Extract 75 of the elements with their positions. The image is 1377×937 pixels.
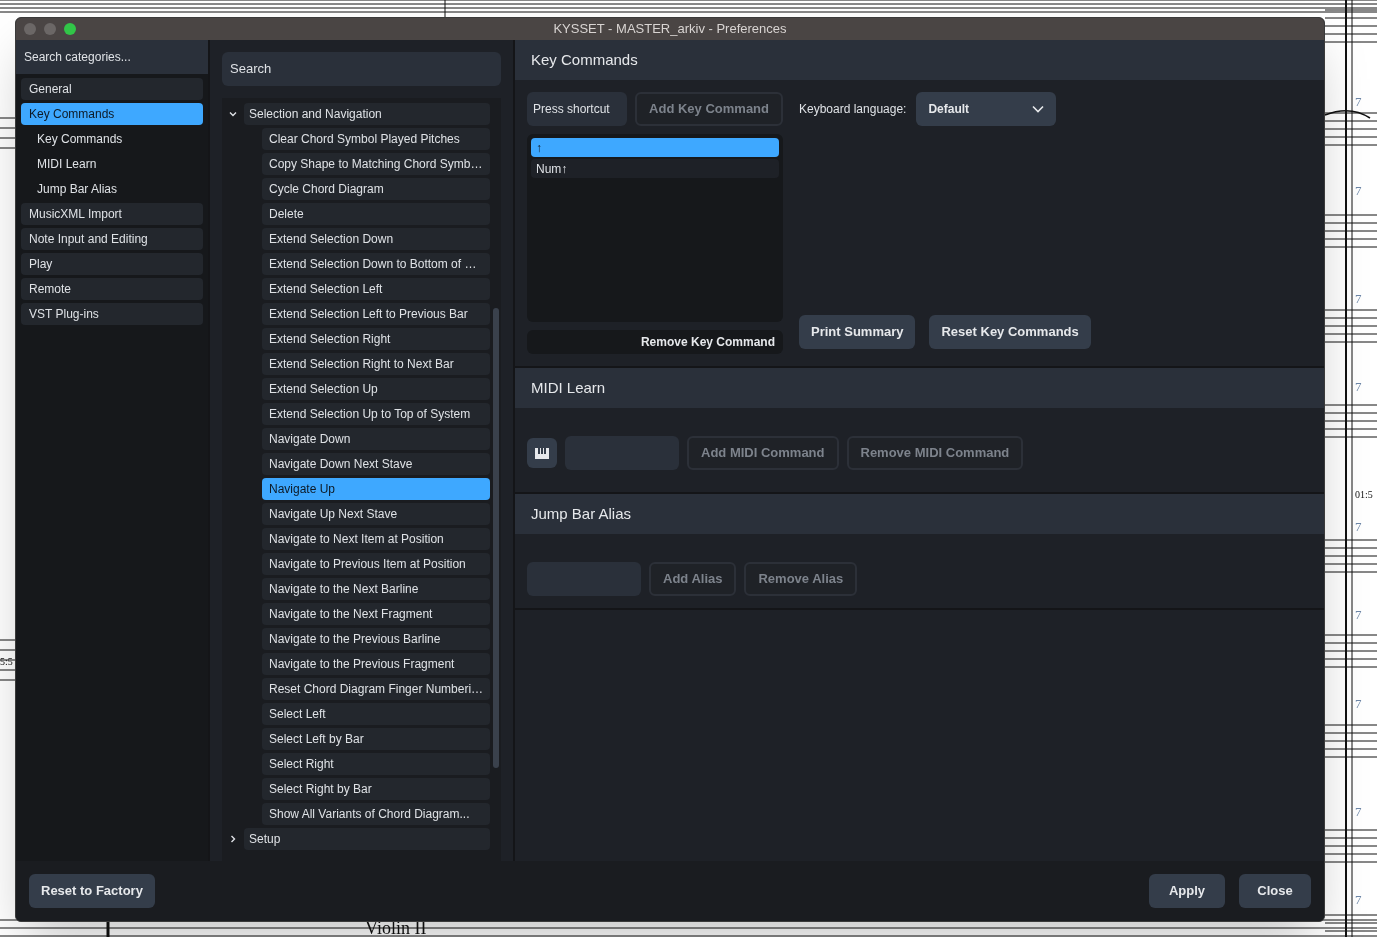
command-item[interactable]: Select Right by Bar [262,778,491,800]
command-item[interactable]: Navigate to the Next Barline [262,578,491,600]
category-item[interactable]: MIDI Learn [21,153,203,175]
command-item[interactable]: Extend Selection Right [262,328,491,350]
timecode: 01:5 [1355,488,1373,502]
command-item[interactable]: Copy Shape to Matching Chord Symb… [262,153,491,175]
scrollbar-thumb[interactable] [493,308,499,768]
command-group[interactable]: Setup [244,828,491,850]
command-item[interactable]: Cycle Chord Diagram [262,178,491,200]
command-item[interactable]: Clear Chord Symbol Played Pitches [262,128,491,150]
measure-number: 7 [1355,606,1362,624]
category-item[interactable]: MusicXML Import [21,203,203,225]
command-item[interactable]: Extend Selection Up [262,378,491,400]
command-item[interactable]: Show All Variants of Chord Diagram... [262,803,491,825]
measure-number: 7 [1355,378,1362,396]
command-item[interactable]: Select Left by Bar [262,728,491,750]
command-item[interactable]: Navigate to Next Item at Position [262,528,491,550]
reset-to-factory-button[interactable]: Reset to Factory [29,874,155,908]
midi-keyboard-button[interactable] [527,438,557,468]
timecode: 5:5 [0,655,13,669]
command-group[interactable]: Selection and Navigation [244,103,491,125]
command-item[interactable]: Extend Selection Up to Top of System [262,403,491,425]
measure-number: 7 [1355,891,1362,909]
command-item[interactable]: Navigate to the Previous Fragment [262,653,491,675]
measure-number: 7 [1355,803,1362,821]
command-item[interactable]: Navigate to the Next Fragment [262,603,491,625]
shortcut-item[interactable]: Num↑ [531,159,779,178]
category-search-field[interactable]: Search categories... [16,40,208,74]
category-item[interactable]: Jump Bar Alias [21,178,203,200]
command-item[interactable]: Navigate Up [262,478,491,500]
shortcut-item[interactable]: ↑ [531,138,779,157]
keyboard-language-label: Keyboard language: [799,101,907,118]
category-item[interactable]: Note Input and Editing [21,228,203,250]
command-item[interactable]: Select Right [262,753,491,775]
command-item[interactable]: Extend Selection Left [262,278,491,300]
window-zoom-icon[interactable] [64,23,76,35]
measure-number: 7 [1355,695,1362,713]
window-minimize-icon[interactable] [44,23,56,35]
measure-number: 7 [1355,518,1362,536]
close-button[interactable]: Close [1239,874,1311,908]
chevron-down-icon [1032,105,1045,113]
remove-key-command-button[interactable]: Remove Key Command [527,330,783,354]
action-button[interactable]: Print Summary [799,315,916,349]
command-item[interactable]: Select Left [262,703,491,725]
command-item[interactable]: Extend Selection Down [262,228,491,250]
command-item[interactable]: Extend Selection Left to Previous Bar [262,303,491,325]
measure-number: 7 [1355,290,1362,308]
command-item[interactable]: Reset Chord Diagram Finger Numberi… [262,678,491,700]
search-field[interactable]: Search [222,52,501,86]
category-item[interactable]: Key Commands [21,128,203,150]
command-item[interactable]: Extend Selection Right to Next Bar [262,353,491,375]
measure-number: 7 [1355,93,1362,111]
window-close-icon[interactable] [24,23,36,35]
category-item[interactable]: Remote [21,278,203,300]
category-item[interactable]: Play [21,253,203,275]
section-header: Key Commands [515,40,1324,80]
command-item[interactable]: Navigate to Previous Item at Position [262,553,491,575]
window-title: KYSSET - MASTER_arkiv - Preferences [552,20,788,39]
command-item[interactable]: Extend Selection Down to Bottom of … [262,253,491,275]
command-item[interactable]: Navigate Up Next Stave [262,503,491,525]
action-button[interactable]: Reset Key Commands [929,315,1091,349]
category-item[interactable]: VST Plug-ins [21,303,203,325]
section-header: MIDI Learn [515,368,1324,408]
command-item[interactable]: Navigate to the Previous Barline [262,628,491,650]
category-item[interactable]: Key Commands [21,103,203,125]
category-item[interactable]: General [21,78,203,100]
command-item[interactable]: Navigate Down Next Stave [262,453,491,475]
piano-keys-icon [535,447,549,459]
measure-number: 7 [1355,182,1362,200]
section-header: Jump Bar Alias [515,494,1324,534]
keyboard-language-select[interactable]: Default [916,92,1057,126]
shortcut-field[interactable]: Press shortcut [527,92,628,126]
command-item[interactable]: Navigate Down [262,428,491,450]
apply-button[interactable]: Apply [1149,874,1225,908]
command-item[interactable]: Delete [262,203,491,225]
